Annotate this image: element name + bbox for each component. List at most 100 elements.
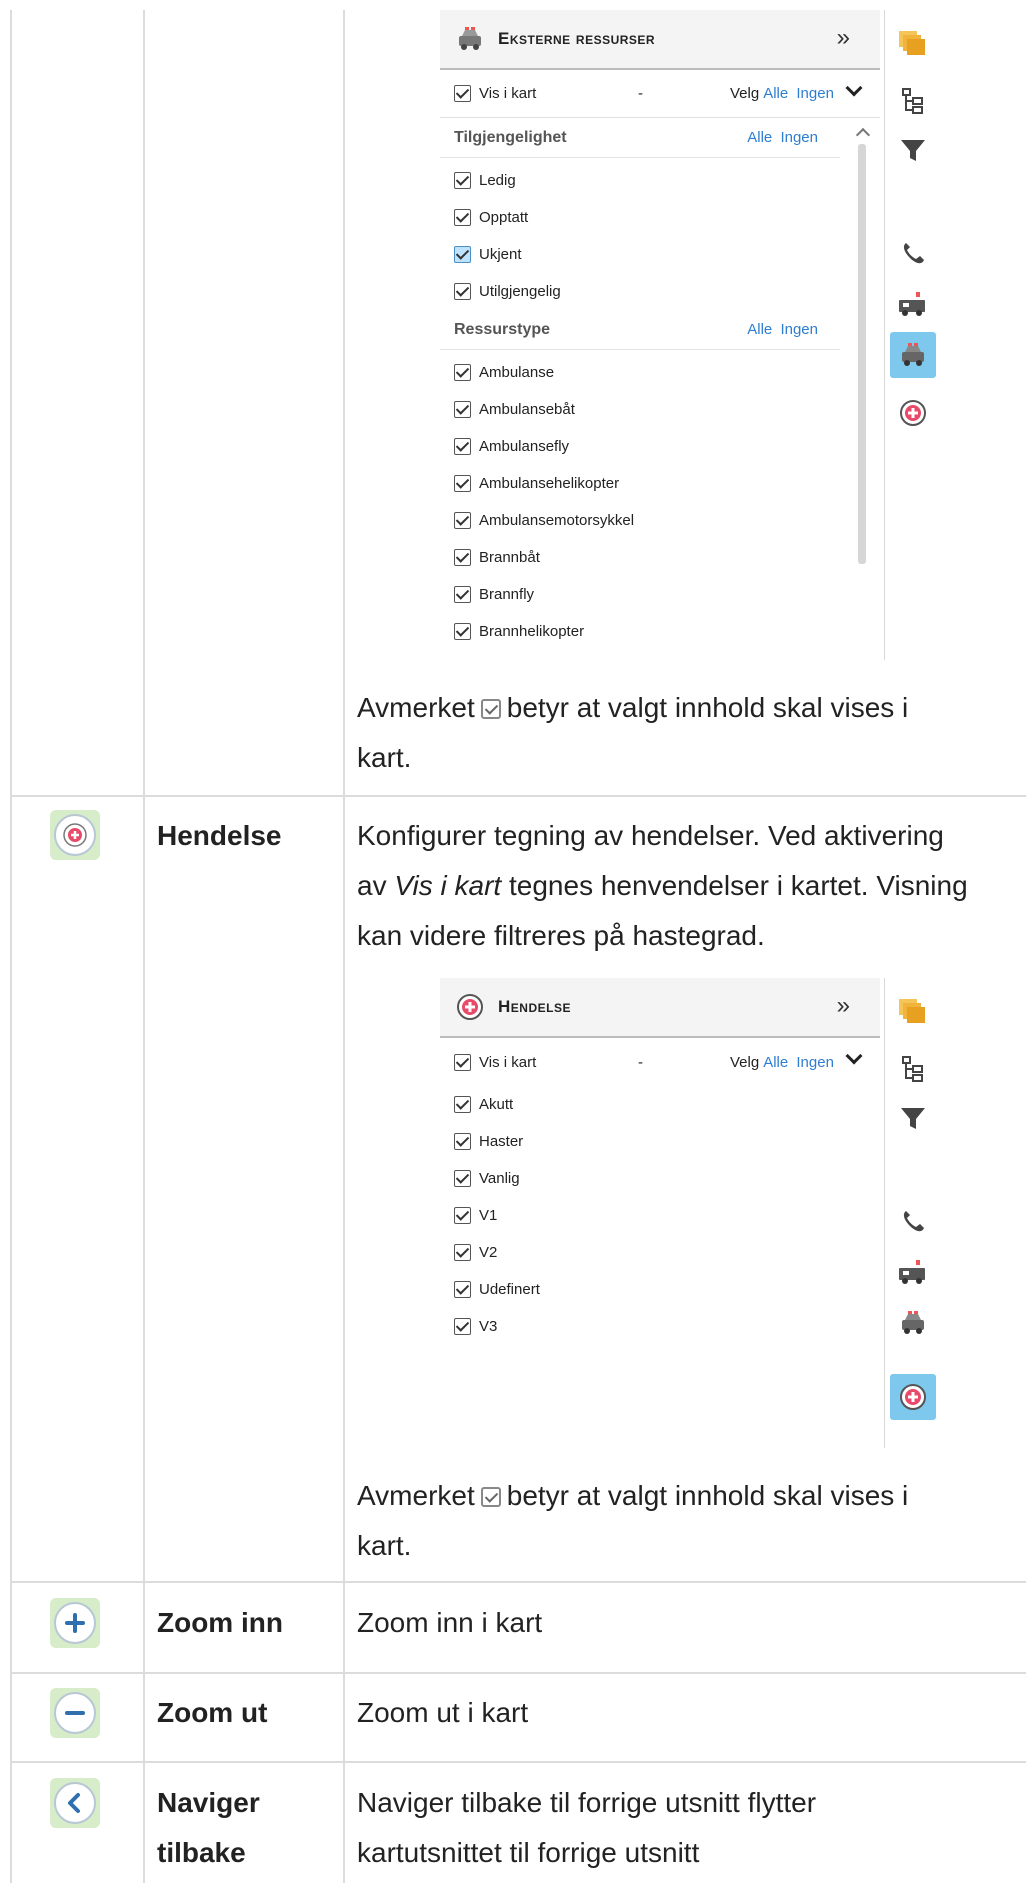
- filter-item[interactable]: Ambulansefly: [440, 428, 880, 465]
- row-divider: [10, 1761, 1026, 1763]
- filter-item-akutt[interactable]: Akutt: [440, 1086, 880, 1123]
- navigate-back-map-button[interactable]: [50, 1778, 100, 1828]
- filter-item-v3[interactable]: V3: [440, 1308, 880, 1345]
- filter-icon[interactable]: [890, 128, 936, 174]
- checkbox[interactable]: [454, 438, 471, 455]
- select-none-link[interactable]: Ingen: [796, 85, 834, 102]
- desc-text: kan videre filtreres på hastegrad.: [357, 920, 765, 951]
- zoom-in-map-button[interactable]: [50, 1598, 100, 1648]
- select-all-link[interactable]: Alle: [747, 129, 772, 146]
- filter-icon[interactable]: [890, 1096, 936, 1142]
- tree-icon[interactable]: [890, 78, 936, 124]
- checkbox[interactable]: [454, 401, 471, 418]
- velg-label: Velg: [730, 1053, 760, 1071]
- filter-item-ukjent[interactable]: Ukjent: [440, 236, 880, 273]
- layers-icon[interactable]: [890, 988, 936, 1034]
- vis-i-kart-checkbox[interactable]: [454, 1053, 471, 1071]
- section-title: Ressurstype: [454, 320, 551, 338]
- select-all-link[interactable]: Alle: [763, 1054, 788, 1071]
- select-none-link[interactable]: Ingen: [780, 321, 818, 338]
- filter-item-utilgjengelig[interactable]: Utilgjengelig: [440, 273, 880, 310]
- police-car-icon[interactable]: [890, 1300, 936, 1346]
- medical-cross-icon[interactable]: [890, 390, 936, 436]
- filter-item-vanlig[interactable]: Vanlig: [440, 1160, 880, 1197]
- police-car-icon[interactable]: [890, 332, 936, 378]
- velg-label: Velg: [730, 85, 760, 102]
- collapse-button[interactable]: »: [837, 24, 850, 52]
- name-line: tilbake: [157, 1837, 246, 1868]
- row-divider: [10, 795, 1026, 797]
- checkbox[interactable]: [454, 283, 471, 300]
- table-border-col2: [343, 10, 345, 1883]
- item-label: Brannhelikopter: [479, 623, 585, 640]
- vis-i-kart-row: Vis i kart - Velg Alle Ingen: [440, 1038, 880, 1086]
- zoom-out-map-button[interactable]: [50, 1688, 100, 1738]
- medical-cross-icon[interactable]: [890, 1374, 936, 1420]
- item-label: Opptatt: [479, 209, 529, 226]
- checkbox[interactable]: [454, 1244, 471, 1261]
- note-text: Avmerket: [357, 692, 475, 723]
- select-all-link[interactable]: Alle: [763, 85, 788, 102]
- item-label: Vanlig: [479, 1170, 520, 1187]
- checkbox[interactable]: [454, 364, 471, 381]
- ambulance-icon[interactable]: [890, 1250, 936, 1296]
- item-label: Ledig: [479, 172, 516, 189]
- item-label: Ambulansebåt: [479, 401, 575, 418]
- vis-i-kart-checkbox[interactable]: [454, 85, 471, 102]
- filter-item[interactable]: Brannhelikopter: [440, 613, 880, 650]
- item-label: Ukjent: [479, 246, 522, 263]
- checkbox[interactable]: [454, 1318, 471, 1335]
- layers-icon[interactable]: [890, 20, 936, 66]
- desc-text: tegnes henvendelser i kartet. Visning: [509, 870, 968, 901]
- vis-i-kart-row: Vis i kart - Velg Alle Ingen: [440, 70, 880, 118]
- checkbox[interactable]: [454, 475, 471, 492]
- chevron-left-icon: [68, 1793, 80, 1813]
- checkbox[interactable]: [454, 209, 471, 226]
- filter-item[interactable]: Ambulansehelikopter: [440, 465, 880, 502]
- note-text: betyr at valgt innhold skal vises i: [506, 692, 909, 723]
- phone-icon[interactable]: [890, 1198, 936, 1244]
- checkbox[interactable]: [454, 172, 471, 189]
- item-label: V3: [479, 1318, 498, 1335]
- select-none-link[interactable]: Ingen: [780, 129, 818, 146]
- tree-icon[interactable]: [890, 1046, 936, 1092]
- panel-side-toolbar: [884, 978, 940, 1448]
- checkbox[interactable]: [454, 623, 471, 640]
- desc-text: Naviger tilbake til forrige utsnitt flyt…: [357, 1787, 817, 1818]
- checkbox[interactable]: [454, 246, 471, 263]
- scrollbar-thumb[interactable]: [858, 144, 866, 564]
- filter-item-v2[interactable]: V2: [440, 1234, 880, 1271]
- filter-item-haster[interactable]: Haster: [440, 1123, 880, 1160]
- checkbox[interactable]: [454, 512, 471, 529]
- select-none-link[interactable]: Ingen: [796, 1054, 834, 1071]
- checkbox[interactable]: [454, 1281, 471, 1298]
- collapse-button[interactable]: »: [837, 992, 850, 1020]
- velg-controls: Velg Alle Ingen: [730, 1054, 834, 1071]
- row-name-naviger-tilbake: Naviger tilbake: [157, 1778, 260, 1878]
- filter-item[interactable]: Ambulanse: [440, 354, 880, 391]
- checkbox[interactable]: [454, 586, 471, 603]
- filter-item[interactable]: Brannfly: [440, 576, 880, 613]
- checkbox[interactable]: [454, 1096, 471, 1113]
- checkbox[interactable]: [454, 1133, 471, 1150]
- ambulance-icon[interactable]: [890, 282, 936, 328]
- filter-item[interactable]: Ambulansemotorsykkel: [440, 502, 880, 539]
- checkbox[interactable]: [454, 1207, 471, 1224]
- filter-item-udefinert[interactable]: Udefinert: [440, 1271, 880, 1308]
- item-label: Utilgjengelig: [479, 283, 561, 300]
- chevron-down-icon[interactable]: [845, 79, 863, 97]
- filter-item-v1[interactable]: V1: [440, 1197, 880, 1234]
- scroll-up-arrow[interactable]: [855, 127, 871, 143]
- filter-item[interactable]: Brannbåt: [440, 539, 880, 576]
- vis-i-kart-label: Vis i kart: [479, 85, 537, 102]
- hendelse-map-button[interactable]: [50, 810, 100, 860]
- filter-item-opptatt[interactable]: Opptatt: [440, 199, 880, 236]
- checkbox[interactable]: [454, 549, 471, 566]
- phone-icon[interactable]: [890, 230, 936, 276]
- checkbox[interactable]: [454, 1170, 471, 1187]
- panel-header: Eksterne ressurser »: [440, 10, 880, 70]
- filter-item[interactable]: Ambulansebåt: [440, 391, 880, 428]
- chevron-down-icon[interactable]: [845, 1047, 863, 1065]
- select-all-link[interactable]: Alle: [747, 321, 772, 338]
- filter-item-ledig[interactable]: Ledig: [440, 162, 880, 199]
